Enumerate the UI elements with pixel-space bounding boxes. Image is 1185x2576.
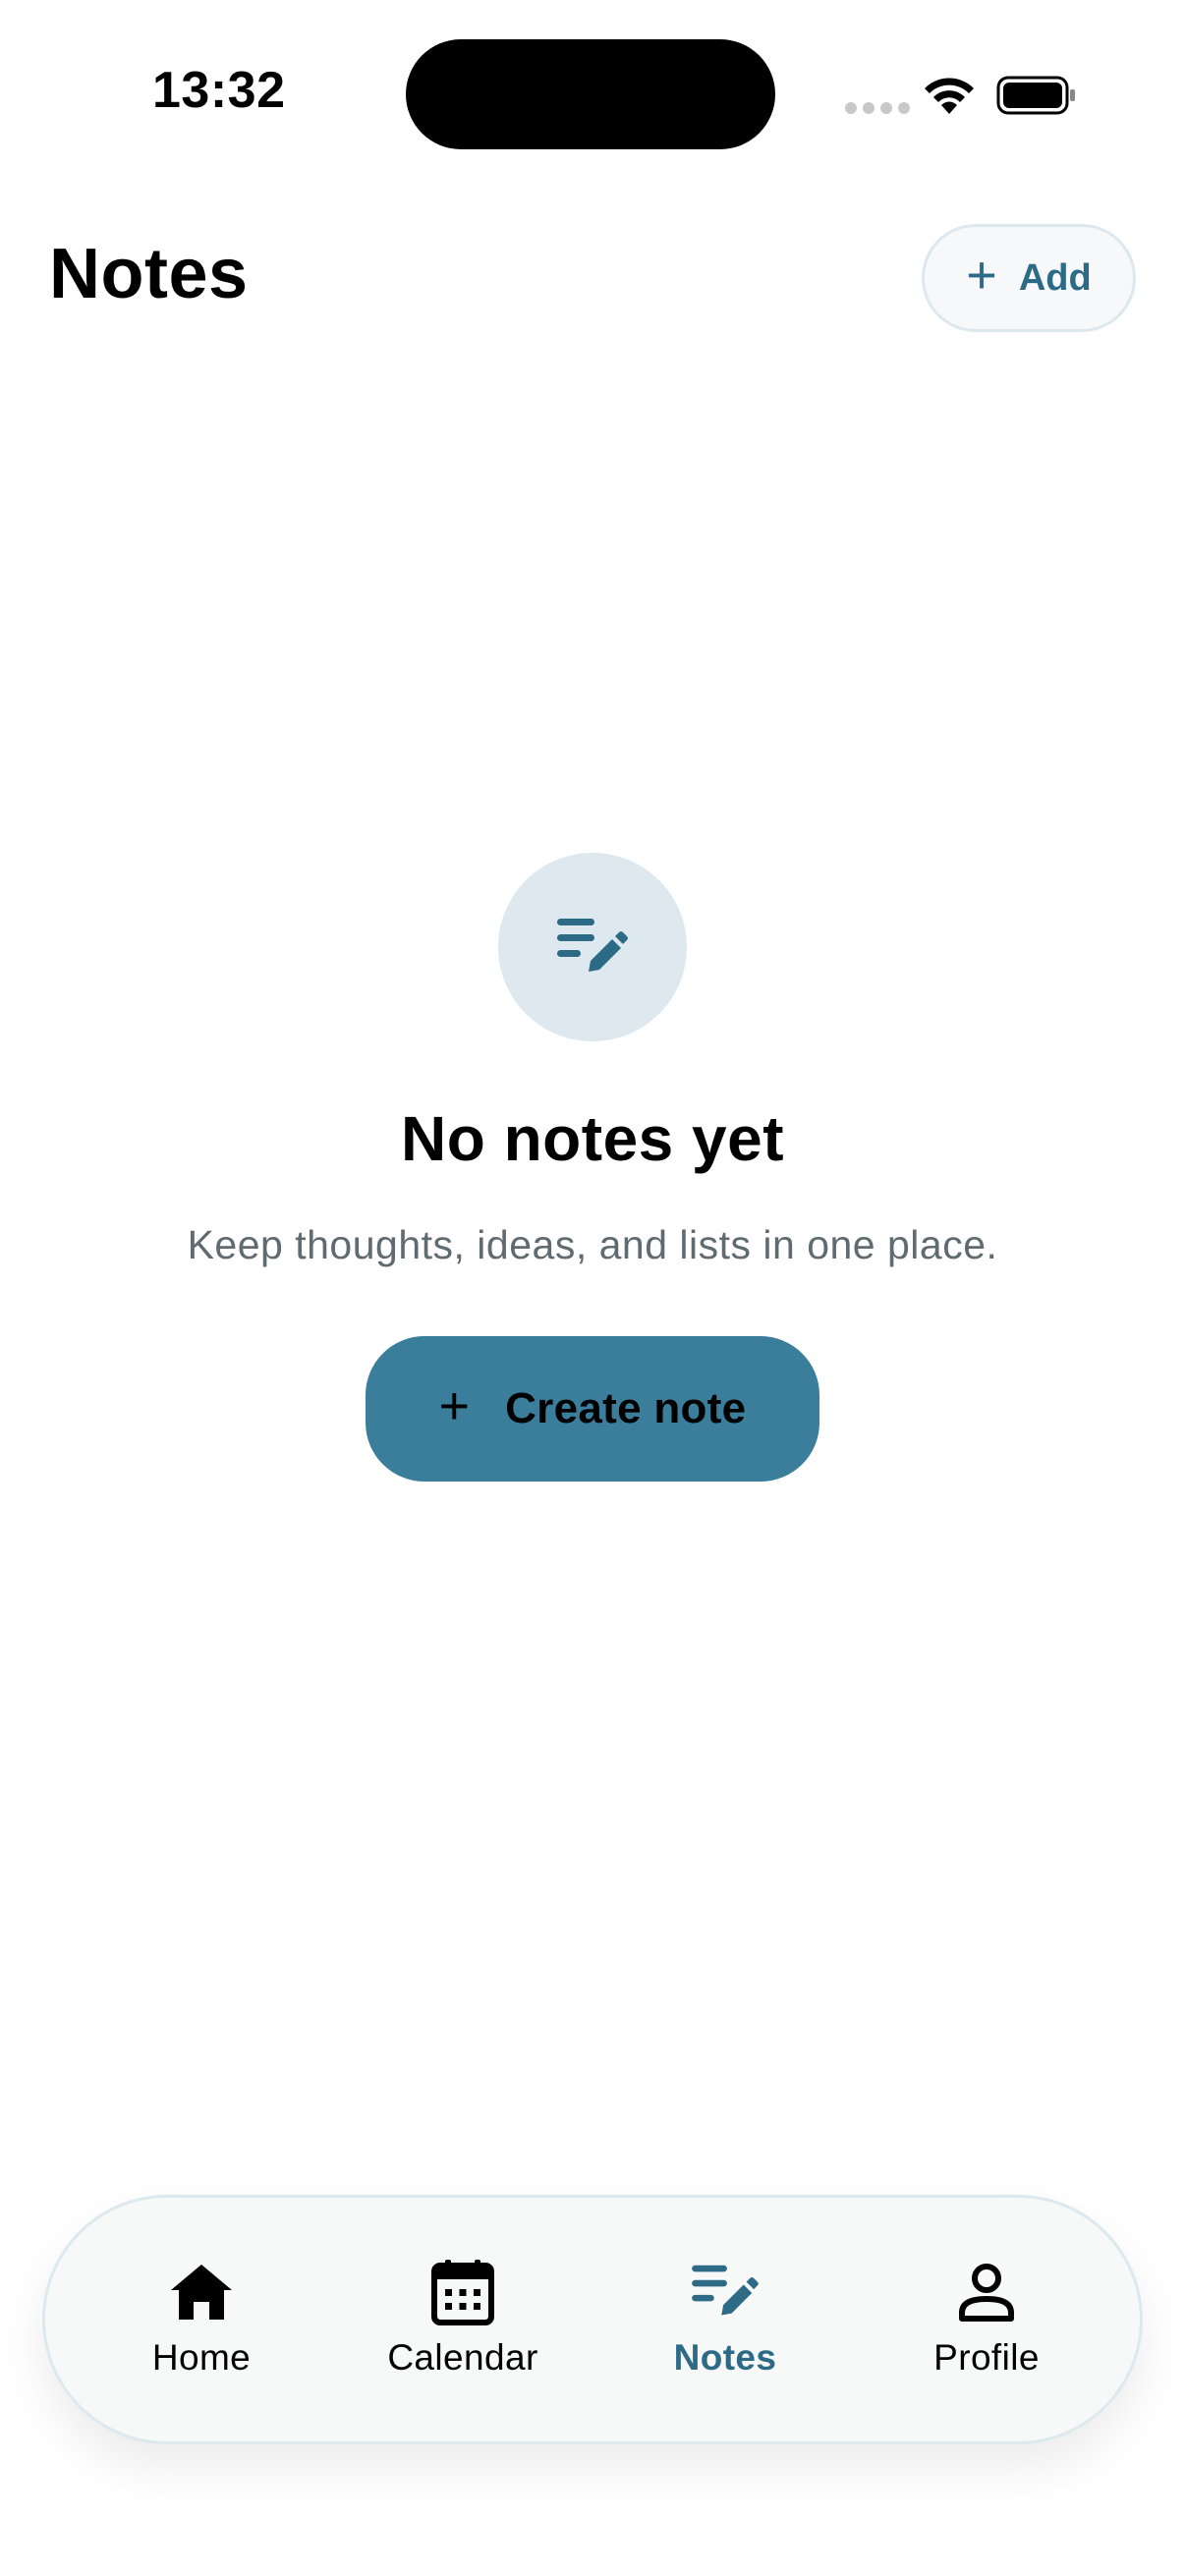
bottom-tab-bar: Home Calendar Notes Profile	[42, 2195, 1143, 2444]
battery-icon	[996, 76, 1075, 115]
dynamic-island	[406, 39, 775, 149]
page-title: Notes	[49, 235, 249, 313]
tab-home[interactable]: Home	[103, 2257, 300, 2394]
empty-state-subtitle: Keep thoughts, ideas, and lists in one p…	[187, 1222, 998, 1267]
add-button-label: Add	[1018, 256, 1092, 299]
create-note-label: Create note	[505, 1384, 747, 1432]
tab-calendar-label: Calendar	[387, 2337, 538, 2378]
person-icon	[959, 2264, 1014, 2322]
notes-screen: 13:32 Notes + Add No notes yet Keep thou…	[0, 0, 1185, 2576]
create-note-button[interactable]: + Create note	[366, 1336, 819, 1482]
empty-state-title: No notes yet	[400, 1103, 785, 1174]
tab-calendar[interactable]: Calendar	[365, 2257, 561, 2394]
tab-profile[interactable]: Profile	[888, 2257, 1085, 2394]
tab-notes[interactable]: Notes	[627, 2257, 823, 2394]
plus-icon: +	[966, 246, 997, 305]
tab-notes-label: Notes	[673, 2337, 777, 2378]
empty-state-icon-circle	[498, 853, 687, 1041]
notes-edit-icon	[692, 2265, 759, 2316]
wifi-icon	[925, 78, 974, 114]
plus-icon: +	[438, 1376, 471, 1435]
status-time: 13:32	[152, 62, 286, 119]
calendar-icon	[431, 2260, 494, 2325]
tab-home-label: Home	[151, 2337, 252, 2378]
add-button[interactable]: + Add	[922, 224, 1136, 332]
home-icon	[171, 2265, 232, 2320]
notes-edit-icon	[557, 919, 628, 972]
tab-profile-label: Profile	[933, 2337, 1040, 2378]
cellular-signal-icon	[845, 102, 910, 114]
